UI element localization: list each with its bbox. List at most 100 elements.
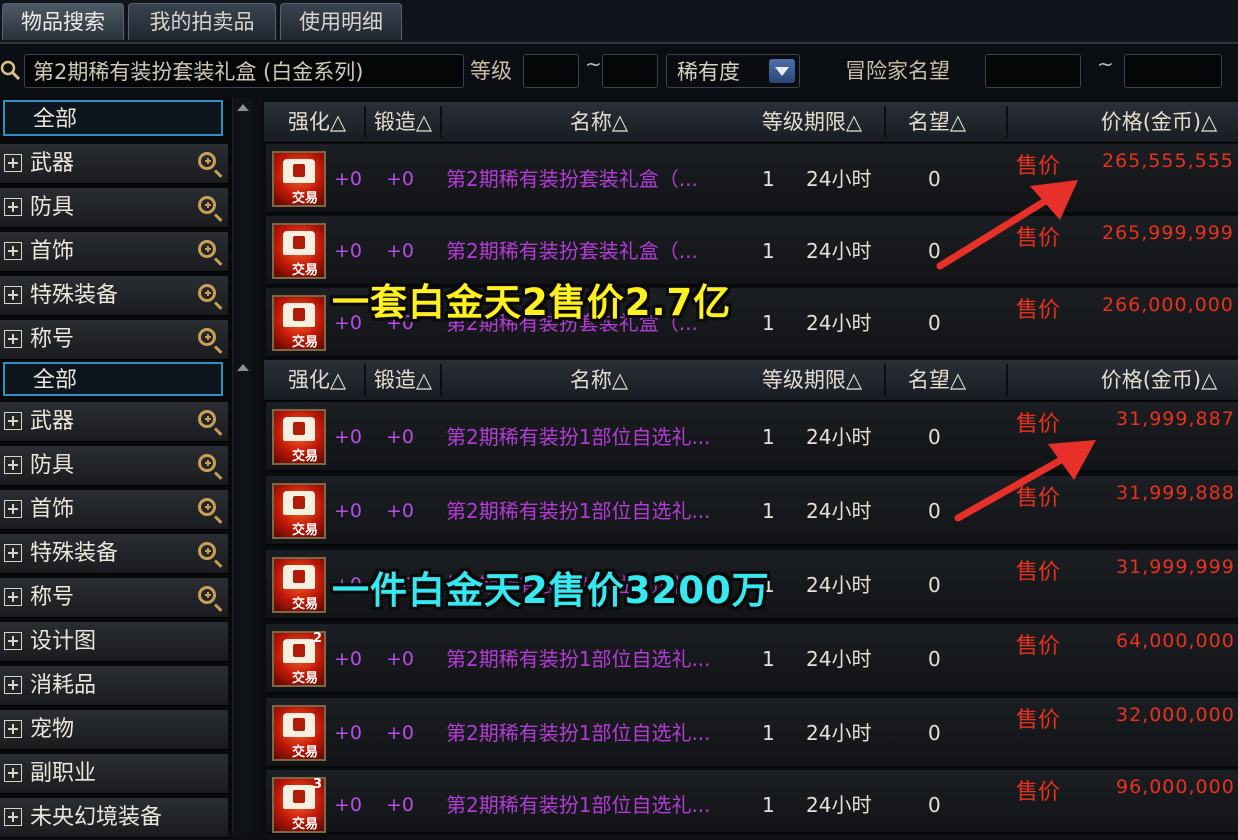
zoom-in-icon[interactable] xyxy=(198,152,216,170)
item-gift-box-icon[interactable]: 交易 xyxy=(272,705,326,761)
expand-icon[interactable] xyxy=(4,242,22,260)
item-duration: 24小时 xyxy=(806,425,872,449)
column-fame[interactable]: 名望△ xyxy=(890,360,984,400)
item-gift-box-icon[interactable]: 交易 xyxy=(272,483,326,539)
table-row[interactable]: 交易 +0 +0 第2期稀有装扮1部位自选礼... 1 24小时 0 售价 31… xyxy=(266,476,1238,546)
item-gift-box-icon[interactable]: 交易 xyxy=(272,223,326,279)
zoom-in-icon[interactable] xyxy=(198,196,216,214)
rarity-select-label: 稀有度 xyxy=(677,60,740,84)
expand-icon[interactable] xyxy=(4,764,22,782)
expand-icon[interactable] xyxy=(4,676,22,694)
sidebar-item-special-equipment[interactable]: 特殊装备 xyxy=(0,534,228,574)
sidebar-item-sub-job[interactable]: 副职业 xyxy=(0,754,228,794)
tab-item-search[interactable]: 物品搜索 xyxy=(2,3,124,40)
column-divider xyxy=(440,106,442,138)
column-enhance[interactable]: 强化△ xyxy=(272,360,362,400)
rarity-select[interactable]: 稀有度 xyxy=(666,54,800,88)
sidebar-item-pet[interactable]: 宠物 xyxy=(0,710,228,750)
sidebar-item-armor[interactable]: 防具 xyxy=(0,188,228,228)
annotation-piece-price: 一件白金天2售价3200万 xyxy=(332,569,770,612)
level-min-input[interactable] xyxy=(523,54,579,88)
expand-icon[interactable] xyxy=(4,632,22,650)
stack-count: 3 xyxy=(312,777,322,792)
sidebar-item-weiyang-equipment[interactable]: 未央幻境装备 xyxy=(0,798,228,838)
item-fame: 0 xyxy=(928,647,941,671)
search-icon[interactable] xyxy=(0,60,20,80)
category-all[interactable]: 全部 xyxy=(3,362,223,396)
scroll-up-icon[interactable] xyxy=(237,104,249,111)
expand-icon[interactable] xyxy=(4,286,22,304)
item-name-input[interactable]: 第2期稀有装扮套装礼盒 (白金系列) xyxy=(24,54,464,88)
expand-icon[interactable] xyxy=(4,808,22,826)
item-name: 第2期稀有装扮套装礼盒（... xyxy=(446,167,698,191)
sidebar-item-armor[interactable]: 防具 xyxy=(0,446,228,486)
item-price: 96,000,000 xyxy=(1116,776,1235,798)
column-name[interactable]: 名称△ xyxy=(524,102,674,142)
sidebar-item-title[interactable]: 称号 xyxy=(0,578,228,618)
zoom-in-icon[interactable] xyxy=(198,498,216,516)
expand-icon[interactable] xyxy=(4,154,22,172)
item-gift-box-icon[interactable]: 交易 xyxy=(272,151,326,207)
column-fame[interactable]: 名望△ xyxy=(890,102,984,142)
zoom-in-icon[interactable] xyxy=(198,328,216,346)
item-fame: 0 xyxy=(928,721,941,745)
column-level-duration[interactable]: 等级期限△ xyxy=(750,102,874,142)
item-gift-box-icon[interactable]: 交易 xyxy=(272,295,326,351)
table-row[interactable]: 交易 3 +0 +0 第2期稀有装扮1部位自选礼... 1 24小时 0 售价 9… xyxy=(266,770,1238,834)
item-trade-tag: 交易 xyxy=(292,597,319,612)
table-row[interactable]: 交易 2 +0 +0 第2期稀有装扮1部位自选礼... 1 24小时 0 售价 6… xyxy=(266,624,1238,694)
item-trade-tag: 交易 xyxy=(292,263,319,278)
expand-icon[interactable] xyxy=(4,544,22,562)
sidebar-item-special-equipment[interactable]: 特殊装备 xyxy=(0,276,228,316)
column-level-duration[interactable]: 等级期限△ xyxy=(750,360,874,400)
sidebar-item-weapon[interactable]: 武器 xyxy=(0,402,228,442)
expand-icon[interactable] xyxy=(4,588,22,606)
item-gift-box-icon[interactable]: 交易 2 xyxy=(272,631,326,687)
table-header: 强化△ 锻造△ 名称△ 等级期限△ 名望△ 价格(金币)△ xyxy=(264,360,1238,401)
zoom-in-icon[interactable] xyxy=(198,410,216,428)
column-forge[interactable]: 锻造△ xyxy=(366,360,440,400)
table-row[interactable]: 交易 +0 +0 第2期稀有装扮套装礼盒（... 1 24小时 0 售价 265… xyxy=(266,144,1238,214)
column-forge[interactable]: 锻造△ xyxy=(366,102,440,142)
item-fame: 0 xyxy=(928,573,941,597)
column-enhance[interactable]: 强化△ xyxy=(272,102,362,142)
fame-max-input[interactable] xyxy=(1124,54,1222,88)
item-gift-box-icon[interactable]: 交易 xyxy=(272,409,326,465)
expand-icon[interactable] xyxy=(4,412,22,430)
expand-icon[interactable] xyxy=(4,456,22,474)
sidebar-item-consumable[interactable]: 消耗品 xyxy=(0,666,228,706)
zoom-in-icon[interactable] xyxy=(198,240,216,258)
zoom-in-icon[interactable] xyxy=(198,454,216,472)
tab-my-auctions[interactable]: 我的拍卖品 xyxy=(128,3,276,40)
item-gift-box-icon[interactable]: 交易 xyxy=(272,557,326,613)
sidebar-item-accessory[interactable]: 首饰 xyxy=(0,232,228,272)
sidebar-scrollbar[interactable] xyxy=(232,98,253,834)
item-trade-tag: 交易 xyxy=(292,745,319,760)
sidebar-item-title[interactable]: 称号 xyxy=(0,320,228,360)
expand-icon[interactable] xyxy=(4,720,22,738)
item-gift-box-icon[interactable]: 交易 3 xyxy=(272,777,326,833)
expand-icon[interactable] xyxy=(4,500,22,518)
item-fame: 0 xyxy=(928,311,941,335)
column-price[interactable]: 价格(金币)△ xyxy=(1084,360,1234,400)
chevron-down-icon[interactable] xyxy=(769,59,795,83)
expand-icon[interactable] xyxy=(4,198,22,216)
column-price[interactable]: 价格(金币)△ xyxy=(1084,102,1234,142)
table-row[interactable]: 交易 +0 +0 第2期稀有装扮1部位自选礼... 1 24小时 0 售价 31… xyxy=(266,402,1238,472)
table-row[interactable]: 交易 +0 +0 第2期稀有装扮1部位自选礼... 1 24小时 0 售价 32… xyxy=(266,698,1238,768)
zoom-in-icon[interactable] xyxy=(198,284,216,302)
level-max-input[interactable] xyxy=(602,54,658,88)
zoom-in-icon[interactable] xyxy=(198,542,216,560)
zoom-in-icon[interactable] xyxy=(198,586,216,604)
expand-icon[interactable] xyxy=(4,330,22,348)
scroll-up-icon[interactable] xyxy=(237,364,249,371)
sidebar-item-weapon[interactable]: 武器 xyxy=(0,144,228,184)
sidebar-item-accessory[interactable]: 首饰 xyxy=(0,490,228,530)
sidebar-item-blueprint[interactable]: 设计图 xyxy=(0,622,228,662)
sell-price-label: 售价 xyxy=(1016,780,1061,805)
fame-min-input[interactable] xyxy=(985,54,1081,88)
category-all[interactable]: 全部 xyxy=(3,100,223,136)
item-trade-tag: 交易 xyxy=(292,523,319,538)
column-name[interactable]: 名称△ xyxy=(524,360,674,400)
tab-usage-details[interactable]: 使用明细 xyxy=(280,3,402,40)
